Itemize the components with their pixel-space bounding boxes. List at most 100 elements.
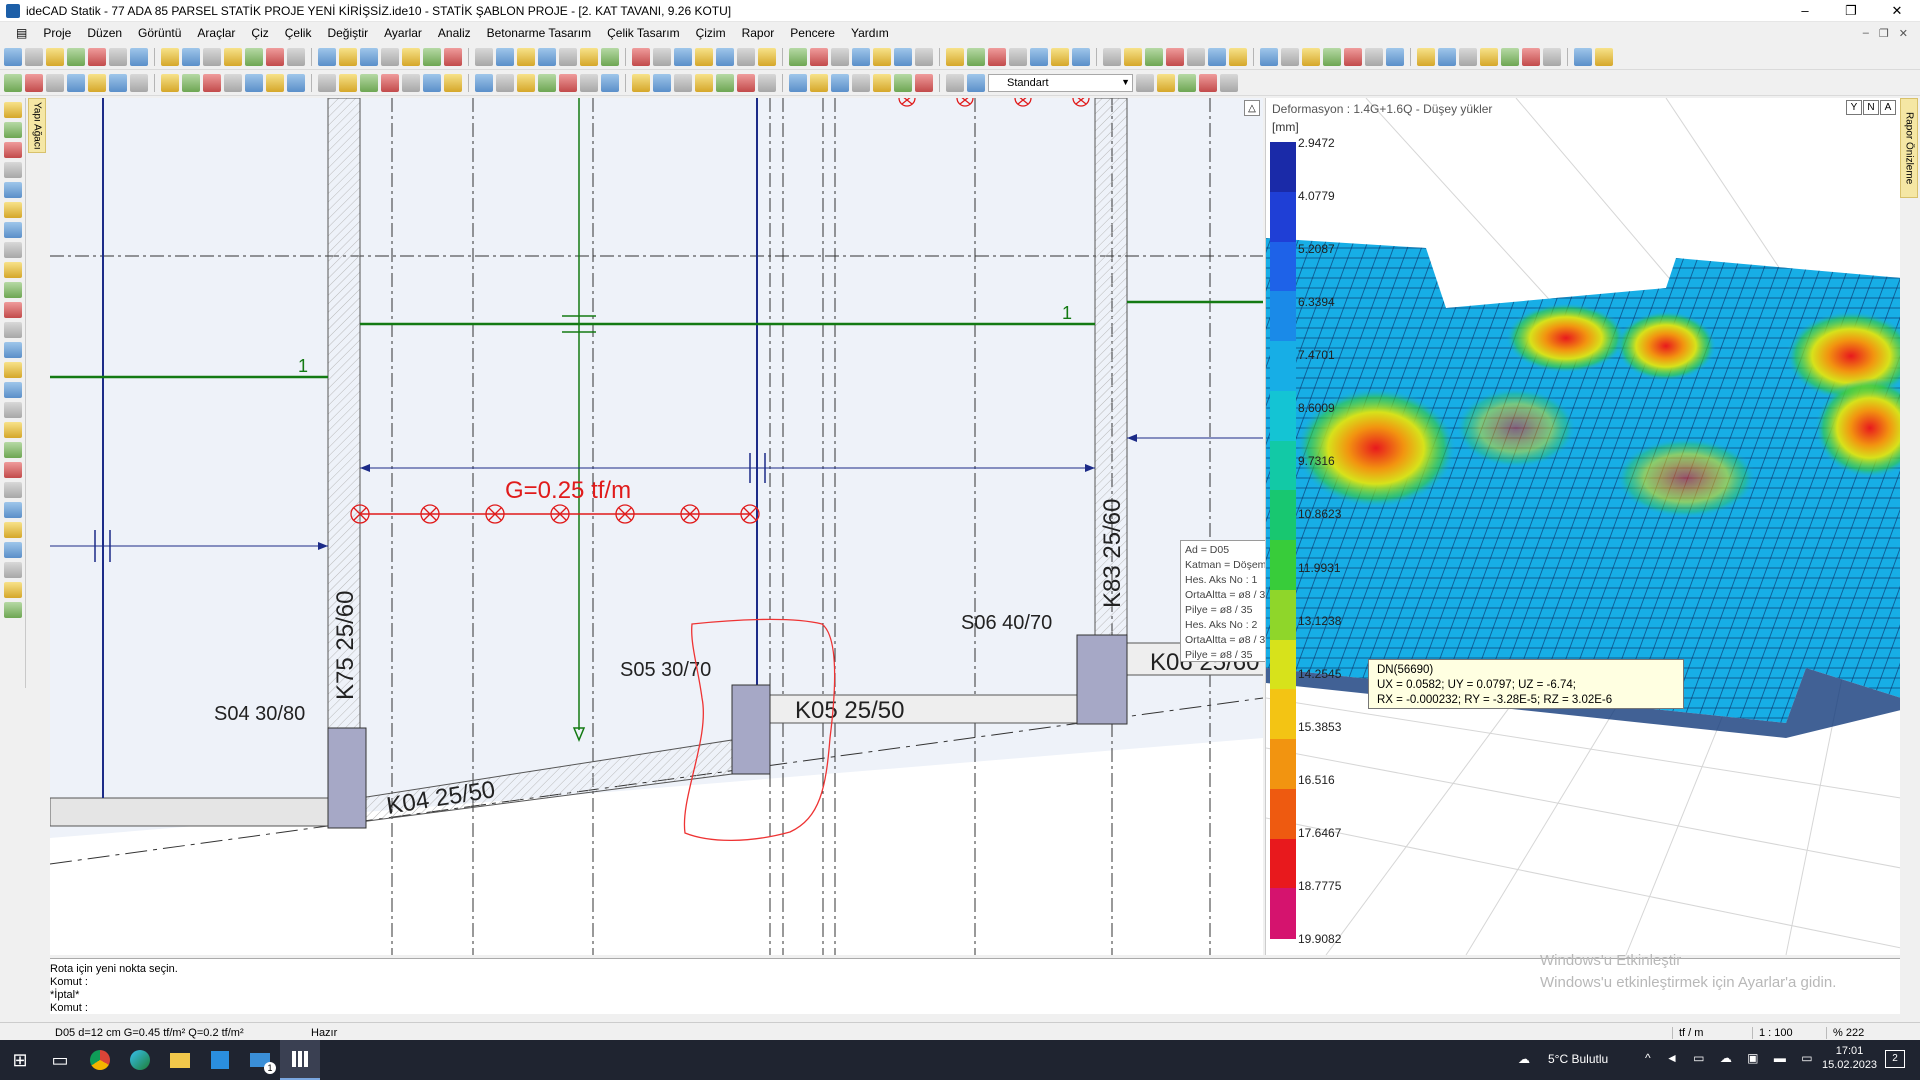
left-tool-icon[interactable] (4, 582, 22, 598)
structure-tree-tab[interactable]: Yapı Ağacı (28, 98, 46, 153)
menu-ciz[interactable]: Çiz (243, 22, 276, 44)
toolbar-tool-icon[interactable] (1124, 47, 1142, 66)
toolbar-tool-icon[interactable] (1365, 47, 1383, 66)
left-tool-icon[interactable] (4, 122, 22, 138)
left-tool-icon[interactable] (4, 522, 22, 538)
toolbar-tool-icon[interactable] (475, 73, 493, 92)
chevron-down-icon[interactable]: ▼ (1121, 77, 1130, 87)
menu-proje[interactable]: Proje (35, 22, 79, 44)
toolbar-tool-icon[interactable] (1595, 47, 1613, 66)
left-tool-icon[interactable] (4, 342, 22, 358)
view-button-n[interactable]: N (1863, 100, 1879, 115)
left-tool-icon[interactable] (4, 202, 22, 218)
toolbar-tool-icon[interactable] (716, 73, 734, 92)
toolbar-tool-icon[interactable] (475, 47, 493, 66)
toolbar-tool-icon[interactable] (946, 73, 964, 92)
toolbar-tool-icon[interactable] (1386, 47, 1404, 66)
toolbar-tool-icon[interactable] (4, 73, 22, 92)
left-tool-icon[interactable] (4, 182, 22, 198)
toolbar-tool-icon[interactable] (559, 47, 577, 66)
toolbar-tool-icon[interactable] (287, 47, 305, 66)
left-tool-icon[interactable] (4, 482, 22, 498)
child-minimize-button[interactable]: – (1863, 27, 1869, 40)
menu-araclar[interactable]: Araçlar (189, 22, 243, 44)
toolbar-tool-icon[interactable] (1480, 47, 1498, 66)
toolbar-tool-icon[interactable] (109, 47, 127, 66)
toolbar-tool-icon[interactable] (517, 47, 535, 66)
toolbar-tool-icon[interactable] (67, 73, 85, 92)
toolbar-tool-icon[interactable] (245, 73, 263, 92)
menu-analiz[interactable]: Analiz (430, 22, 479, 44)
left-tool-icon[interactable] (4, 462, 22, 478)
toolbar-tool-icon[interactable] (1220, 73, 1238, 92)
toolbar-tool-icon[interactable] (737, 73, 755, 92)
toolbar-tool-icon[interactable] (1574, 47, 1592, 66)
toolbar-tool-icon[interactable] (716, 47, 734, 66)
clock[interactable]: 17:01 15.02.2023 (1822, 1044, 1877, 1072)
toolbar-tool-icon[interactable] (915, 73, 933, 92)
toolbar-tool-icon[interactable] (161, 73, 179, 92)
toolbar-tool-icon[interactable] (580, 47, 598, 66)
toolbar-tool-icon[interactable] (1208, 47, 1226, 66)
toolbar-tool-icon[interactable] (758, 73, 776, 92)
menu-goruntu[interactable]: Görüntü (130, 22, 189, 44)
toolbar-tool-icon[interactable] (1323, 47, 1341, 66)
toolbar-tool-icon[interactable] (109, 73, 127, 92)
left-tool-icon[interactable] (4, 402, 22, 418)
toolbar-tool-icon[interactable] (224, 73, 242, 92)
edge-icon[interactable] (120, 1040, 160, 1080)
status-units[interactable]: tf / m (1672, 1026, 1703, 1039)
left-tool-icon[interactable] (4, 302, 22, 318)
toolbar-tool-icon[interactable] (1009, 47, 1027, 66)
toolbar-tool-icon[interactable] (674, 47, 692, 66)
toolbar-tool-icon[interactable] (423, 73, 441, 92)
file-explorer-icon[interactable] (160, 1040, 200, 1080)
task-view-icon[interactable]: ▭ (40, 1040, 80, 1080)
toolbar-tool-icon[interactable] (1229, 47, 1247, 66)
toolbar-tool-icon[interactable] (266, 73, 284, 92)
toolbar-tool-icon[interactable] (601, 47, 619, 66)
left-tool-icon[interactable] (4, 362, 22, 378)
left-tool-icon[interactable] (4, 242, 22, 258)
toolbar-tool-icon[interactable] (444, 47, 462, 66)
menu-rapor[interactable]: Rapor (734, 22, 783, 44)
toolbar-tool-icon[interactable] (1302, 47, 1320, 66)
toolbar-tool-icon[interactable] (894, 73, 912, 92)
toolbar-tool-icon[interactable] (559, 73, 577, 92)
toolbar-tool-icon[interactable] (915, 47, 933, 66)
toolbar-tool-icon[interactable] (130, 73, 148, 92)
toolbar-tool-icon[interactable] (538, 73, 556, 92)
toolbar-tool-icon[interactable] (161, 47, 179, 66)
toolbar-tool-icon[interactable] (25, 47, 43, 66)
toolbar-tool-icon[interactable] (1501, 47, 1519, 66)
toolbar-tool-icon[interactable] (1178, 73, 1196, 92)
left-tool-icon[interactable] (4, 442, 22, 458)
menu-ayarlar[interactable]: Ayarlar (376, 22, 430, 44)
status-zoom[interactable]: % 222 (1826, 1026, 1864, 1039)
toolbar-tool-icon[interactable] (737, 47, 755, 66)
weather-icon[interactable]: ☁ (1518, 1052, 1530, 1066)
toolbar-tool-icon[interactable] (1030, 47, 1048, 66)
view-button-a[interactable]: A (1880, 100, 1896, 115)
toolbar-tool-icon[interactable] (46, 47, 64, 66)
plan-view[interactable]: 1 1 G=0.25 tf/m K75 25/60 K83 25/60 K04 … (50, 98, 1263, 955)
toolbar-tool-icon[interactable] (852, 73, 870, 92)
notification-center-icon[interactable]: 2 (1885, 1050, 1905, 1068)
toolbar-tool-icon[interactable] (894, 47, 912, 66)
menu-yardim[interactable]: Yardım (843, 22, 897, 44)
left-tool-icon[interactable] (4, 602, 22, 618)
menu-celik-tasarim[interactable]: Çelik Tasarım (599, 22, 687, 44)
style-select[interactable]: Standart ▼ (988, 73, 1133, 92)
toolbar-tool-icon[interactable] (266, 47, 284, 66)
report-preview-tab[interactable]: Rapor Önizleme (1900, 98, 1918, 198)
toolbar-tool-icon[interactable] (423, 47, 441, 66)
toolbar-tool-icon[interactable] (496, 47, 514, 66)
toolbar-tool-icon[interactable] (946, 47, 964, 66)
toolbar-tool-icon[interactable] (67, 47, 85, 66)
toolbar-tool-icon[interactable] (1417, 47, 1435, 66)
toolbar-tool-icon[interactable] (789, 73, 807, 92)
toolbar-tool-icon[interactable] (318, 73, 336, 92)
toolbar-tool-icon[interactable] (130, 47, 148, 66)
toolbar-tool-icon[interactable] (1157, 73, 1175, 92)
toolbar-tool-icon[interactable] (4, 47, 22, 66)
